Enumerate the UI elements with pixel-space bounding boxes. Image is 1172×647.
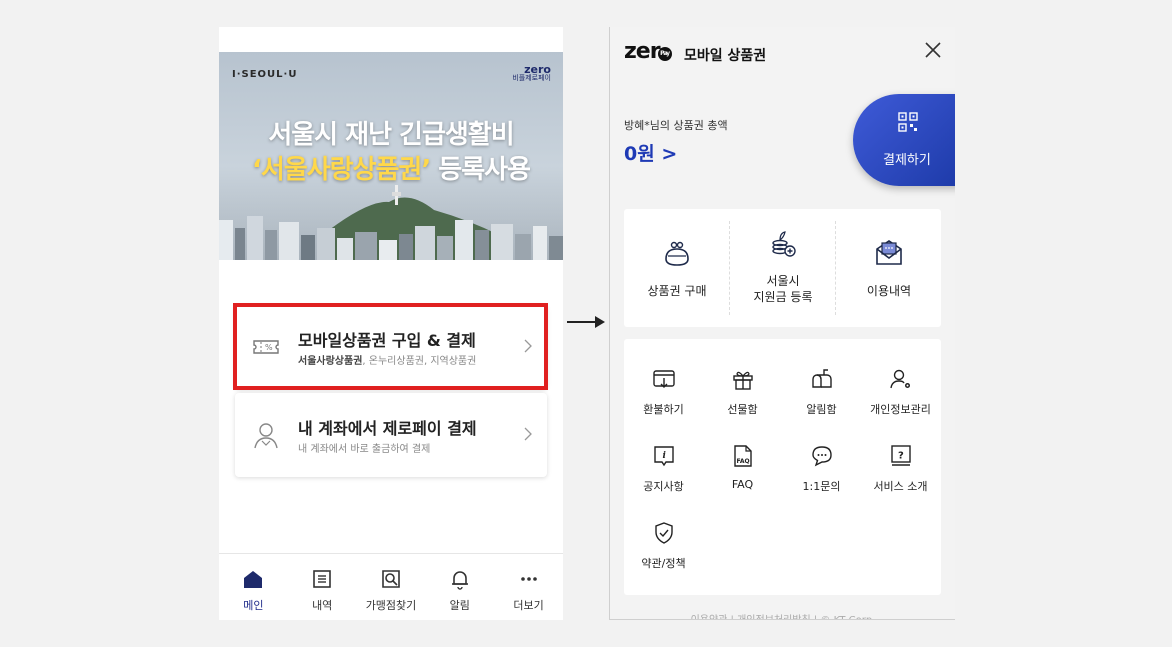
refund-icon: [653, 370, 675, 388]
close-icon[interactable]: [924, 41, 942, 59]
svg-text:FAQ: FAQ: [737, 458, 750, 465]
user-settings-icon: [890, 369, 910, 389]
inquiry-item[interactable]: 1:1문의: [782, 444, 861, 514]
panel-title: 모바일 상품권: [684, 48, 767, 64]
notice-icon: i: [654, 446, 674, 467]
chevron-right-icon: [524, 427, 532, 441]
bell-icon: [451, 571, 468, 590]
home-icon: [244, 571, 263, 588]
tab-history[interactable]: 내역: [288, 554, 357, 620]
zeropay-logo: zerPay: [624, 39, 672, 64]
voucher-main-actions: 상품권 구매 서울시 지원금 등록 이용내역: [624, 209, 941, 327]
menu-subtitle: 내 계좌에서 바로 출금하여 결제: [298, 444, 431, 455]
tab-store-search[interactable]: 가맹점찾기: [357, 554, 426, 620]
panel-header: zerPay 모바일 상품권: [610, 27, 955, 79]
voucher-menu-grid: 환불하기 선물함 알림함 개인정보관리 i 공지사항 FAQ FAQ 1:1문의…: [624, 339, 941, 595]
service-intro-item[interactable]: ? 서비스 소개: [861, 444, 940, 514]
usage-history-item[interactable]: 이용내역: [836, 209, 942, 327]
privacy-settings-item[interactable]: 개인정보관리: [861, 367, 940, 437]
bottom-tab-bar: 메인 내역 가맹점찾기 알림 더보기: [219, 553, 563, 620]
mobile-voucher-panel: zerPay 모바일 상품권 방혜*님의 상품권 총액 0원 > 결제하기 상품…: [609, 27, 955, 620]
highlight-frame: [233, 303, 548, 390]
shield-check-icon: [655, 522, 673, 544]
svg-text:i: i: [663, 451, 667, 461]
buy-voucher-item[interactable]: 상품권 구매: [624, 209, 730, 327]
coins-plus-icon: [772, 231, 796, 257]
promo-banner[interactable]: I·SEOUL·U zero 비플제로페이 서울시 재난 긴급생활비 ‘서울사랑…: [219, 52, 563, 260]
svg-text:?: ?: [898, 451, 904, 462]
notice-item[interactable]: i 공지사항: [624, 444, 703, 514]
envelope-icon: [876, 240, 902, 265]
balance-value-link[interactable]: 0원 >: [624, 139, 677, 166]
seoul-brand-logo: I·SEOUL·U: [232, 69, 298, 80]
store-search-icon: [382, 570, 400, 588]
wallet-icon: [665, 241, 689, 266]
menu-title: 내 계좌에서 제로페이 결제: [298, 419, 477, 438]
arrow-right-icon: [567, 316, 605, 328]
balance-label: 방혜*님의 상품권 총액: [624, 119, 728, 132]
banner-headline: 서울시 재난 긴급생활비: [268, 120, 514, 150]
gift-box-item[interactable]: 선물함: [703, 367, 782, 437]
qr-code-icon: [898, 112, 918, 132]
notification-box-item[interactable]: 알림함: [782, 367, 861, 437]
city-skyline-illustration: [219, 185, 563, 260]
footer-links[interactable]: 이용약관 | 개인정보처리방침 | © KT Corp.: [610, 611, 955, 619]
tab-main[interactable]: 메인: [219, 554, 288, 620]
mailbox-icon: [812, 369, 832, 388]
faq-item[interactable]: FAQ FAQ: [703, 444, 782, 514]
chat-icon: [812, 446, 832, 467]
pay-button[interactable]: 결제하기: [853, 94, 955, 186]
gift-icon: [733, 371, 753, 390]
help-book-icon: ?: [891, 445, 911, 466]
tab-more[interactable]: 더보기: [494, 554, 563, 620]
account-payment-menu-item[interactable]: 내 계좌에서 제로페이 결제 내 계좌에서 바로 출금하여 결제: [235, 393, 547, 477]
refund-item[interactable]: 환불하기: [624, 367, 703, 437]
register-support-fund-item[interactable]: 서울시 지원금 등록: [730, 209, 836, 327]
terms-policy-item[interactable]: 약관/정책: [624, 521, 703, 591]
list-icon: [313, 570, 331, 588]
more-icon: [520, 577, 537, 581]
zeropay-logo: zero 비플제로페이: [512, 63, 551, 82]
person-icon: [254, 423, 278, 449]
tab-notifications[interactable]: 알림: [425, 554, 494, 620]
faq-icon: FAQ: [734, 445, 752, 467]
